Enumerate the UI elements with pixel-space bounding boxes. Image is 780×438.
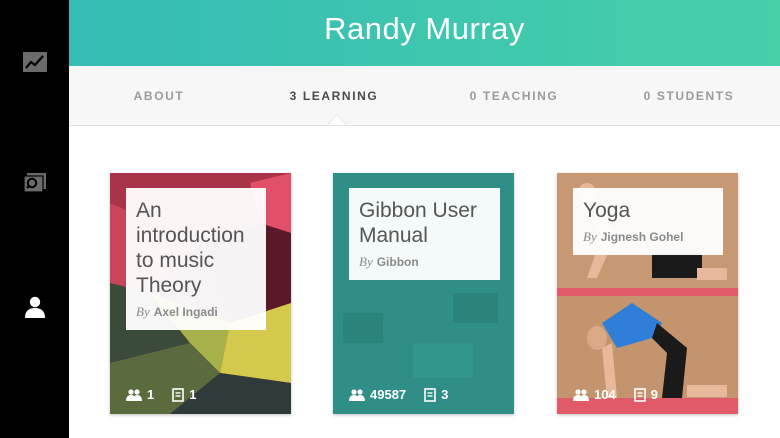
- sidebar: [0, 0, 69, 438]
- sidebar-item-browse[interactable]: [18, 166, 52, 200]
- sidebar-item-dashboard[interactable]: [18, 45, 52, 79]
- lessons-count: 9: [633, 387, 658, 402]
- users-icon: [126, 388, 142, 401]
- chart-icon: [23, 52, 47, 72]
- lessons-value: 1: [189, 387, 197, 402]
- course-author: By Axel Ingadi: [136, 304, 256, 320]
- sidebar-item-profile[interactable]: [18, 290, 52, 324]
- learners-value: 49587: [370, 387, 407, 402]
- users-icon: [349, 388, 365, 401]
- profile-header: Randy Murray: [69, 0, 780, 66]
- course-stats: 49587 3: [349, 387, 466, 402]
- tab-about[interactable]: ABOUT: [109, 66, 209, 126]
- tab-teaching[interactable]: 0 TEACHING: [459, 66, 569, 126]
- course-card[interactable]: An introduction to music Theory By Axel I…: [110, 173, 291, 414]
- learners-value: 104: [594, 387, 616, 402]
- author-by: By: [359, 254, 373, 269]
- course-author: By Jignesh Gohel: [583, 229, 713, 245]
- course-stats: 1 1: [126, 387, 214, 402]
- lessons-value: 3: [441, 387, 449, 402]
- learners-count: 1: [126, 387, 154, 402]
- learners-count: 104: [573, 387, 616, 402]
- author-name: Gibbon: [376, 255, 419, 269]
- course-title: An introduction to music Theory: [136, 199, 245, 297]
- course-card[interactable]: Yoga By Jignesh Gohel 104 9: [557, 173, 738, 414]
- lessons-count: 3: [424, 387, 448, 402]
- lessons-value: 9: [650, 387, 658, 402]
- course-title: Yoga: [583, 199, 631, 222]
- course-stats: 104 9: [573, 387, 676, 402]
- browse-courses-icon: [23, 173, 46, 193]
- user-icon: [25, 296, 45, 318]
- profile-name: Randy Murray: [324, 11, 525, 46]
- tab-students[interactable]: 0 STUDENTS: [634, 66, 744, 126]
- course-title-box: Yoga By Jignesh Gohel: [573, 188, 723, 255]
- lessons-icon: [424, 387, 436, 402]
- learners-count: 49587: [349, 387, 406, 402]
- lessons-count: 1: [172, 387, 196, 402]
- course-title-box: Gibbon User Manual By Gibbon: [349, 188, 500, 280]
- author-by: By: [583, 229, 597, 244]
- learners-value: 1: [147, 387, 155, 402]
- profile-tabs: ABOUT 3 LEARNING 0 TEACHING 0 STUDENTS: [69, 66, 780, 126]
- course-title: Gibbon User Manual: [359, 199, 477, 247]
- author-by: By: [136, 304, 150, 319]
- lessons-icon: [633, 387, 646, 402]
- course-card[interactable]: Gibbon User Manual By Gibbon 49587 3: [333, 173, 514, 414]
- course-author: By Gibbon: [359, 254, 490, 270]
- users-icon: [573, 388, 589, 401]
- author-name: Axel Ingadi: [153, 305, 218, 319]
- course-title-box: An introduction to music Theory By Axel I…: [126, 188, 266, 330]
- lessons-icon: [172, 387, 185, 402]
- author-name: Jignesh Gohel: [600, 230, 684, 244]
